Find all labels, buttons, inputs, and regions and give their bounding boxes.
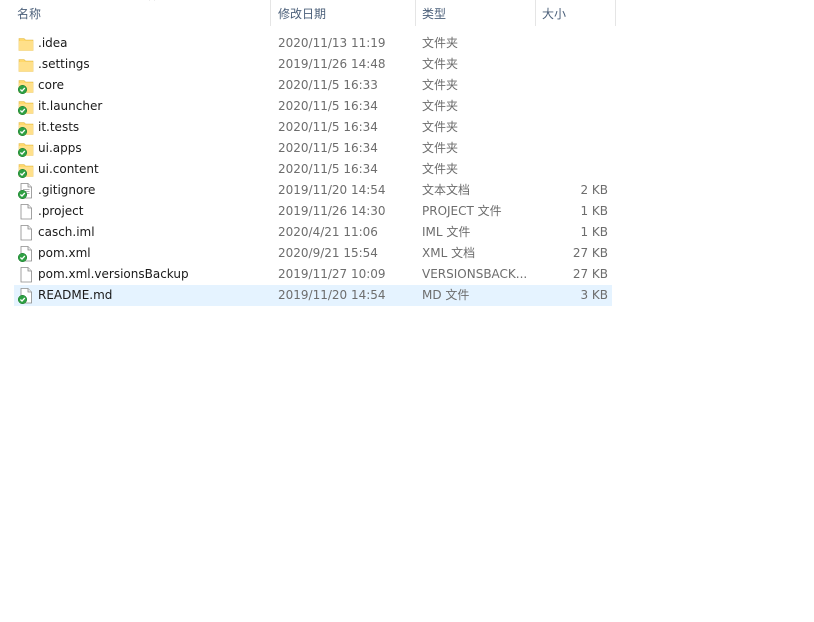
folder-icon bbox=[18, 101, 34, 115]
file-row[interactable]: casch.iml 2020/4/21 11:06 IML 文件 1 KB bbox=[14, 222, 612, 243]
file-date-modified: 2020/11/5 16:34 bbox=[278, 141, 378, 155]
column-divider[interactable] bbox=[615, 0, 616, 26]
column-divider[interactable] bbox=[270, 0, 271, 26]
file-size: 2 KB bbox=[580, 183, 608, 197]
file-type: 文本文档 bbox=[422, 183, 471, 197]
file-explorer: 名称 修改日期 类型 大小 .idea 2020/11/13 11:19 文件夹 .s… bbox=[0, 0, 814, 622]
file-row[interactable]: core 2020/11/5 16:33 文件夹 bbox=[14, 75, 612, 96]
file-type: 文件夹 bbox=[422, 57, 459, 71]
file-size bbox=[528, 33, 608, 54]
file-type: 文件夹 bbox=[422, 78, 459, 92]
file-type: 文件夹 bbox=[422, 120, 459, 134]
file-type: MD 文件 bbox=[422, 288, 470, 302]
file-size bbox=[528, 96, 608, 117]
file-size: 27 KB bbox=[572, 246, 608, 260]
file-date-modified: 2020/9/21 15:54 bbox=[278, 246, 378, 260]
file-size bbox=[528, 54, 608, 75]
file-type: XML 文档 bbox=[422, 246, 476, 260]
file-name: it.tests bbox=[38, 120, 80, 134]
file-date-modified: 2020/11/5 16:34 bbox=[278, 162, 378, 176]
file-name: ui.apps bbox=[38, 141, 82, 155]
file-size: 3 KB bbox=[580, 288, 608, 302]
file-size bbox=[528, 75, 608, 96]
file-size bbox=[528, 159, 608, 180]
column-header-size-label: 大小 bbox=[542, 7, 567, 21]
file-row[interactable]: ui.apps 2020/11/5 16:34 文件夹 bbox=[14, 138, 612, 159]
column-header-type[interactable]: 类型 bbox=[416, 0, 536, 28]
file-row[interactable]: ui.content 2020/11/5 16:34 文件夹 bbox=[14, 159, 612, 180]
file-list: .idea 2020/11/13 11:19 文件夹 .settings 2019/11… bbox=[0, 33, 616, 306]
folder-icon bbox=[18, 80, 34, 94]
file-type: 文件夹 bbox=[422, 162, 459, 176]
file-name: .idea bbox=[38, 36, 68, 50]
file-type: 文件夹 bbox=[422, 99, 459, 113]
file-icon bbox=[20, 204, 32, 220]
text-file-icon bbox=[18, 183, 32, 199]
file-date-modified: 2019/11/20 14:54 bbox=[278, 183, 386, 197]
file-type: PROJECT 文件 bbox=[422, 204, 502, 218]
file-name: ui.content bbox=[38, 162, 99, 176]
folder-icon bbox=[18, 122, 34, 136]
file-date-modified: 2020/11/5 16:34 bbox=[278, 99, 378, 113]
file-date-modified: 2020/11/5 16:34 bbox=[278, 120, 378, 134]
file-name: .gitignore bbox=[38, 183, 96, 197]
file-row[interactable]: it.launcher 2020/11/5 16:34 文件夹 bbox=[14, 96, 612, 117]
file-date-modified: 2020/11/5 16:33 bbox=[278, 78, 378, 92]
file-row[interactable]: pom.xml 2020/9/21 15:54 XML 文档 27 KB bbox=[14, 243, 612, 264]
file-date-modified: 2019/11/20 14:54 bbox=[278, 288, 386, 302]
file-name: README.md bbox=[38, 288, 113, 302]
file-size: 1 KB bbox=[580, 204, 608, 218]
file-type: IML 文件 bbox=[422, 225, 471, 239]
file-row[interactable]: it.tests 2020/11/5 16:34 文件夹 bbox=[14, 117, 612, 138]
column-header-name-label: 名称 bbox=[17, 7, 42, 21]
file-row[interactable]: .settings 2019/11/26 14:48 文件夹 bbox=[14, 54, 612, 75]
file-type: VERSIONSBACK... bbox=[422, 267, 528, 281]
file-icon bbox=[18, 288, 32, 304]
file-name: it.launcher bbox=[38, 99, 103, 113]
column-header-type-label: 类型 bbox=[422, 7, 447, 21]
file-date-modified: 2019/11/27 10:09 bbox=[278, 267, 386, 281]
file-icon bbox=[18, 246, 32, 262]
file-type: 文件夹 bbox=[422, 36, 459, 50]
file-date-modified: 2020/11/13 11:19 bbox=[278, 36, 386, 50]
file-name: pom.xml.versionsBackup bbox=[38, 267, 189, 281]
file-row[interactable]: .idea 2020/11/13 11:19 文件夹 bbox=[14, 33, 612, 54]
folder-icon bbox=[18, 38, 34, 51]
file-date-modified: 2019/11/26 14:48 bbox=[278, 57, 386, 71]
column-header-name[interactable]: 名称 bbox=[11, 0, 271, 28]
file-size bbox=[528, 117, 608, 138]
file-icon bbox=[20, 267, 32, 283]
file-name: casch.iml bbox=[38, 225, 95, 239]
file-row[interactable]: pom.xml.versionsBackup 2019/11/27 10:09 VE… bbox=[14, 264, 612, 285]
file-row[interactable]: .gitignore 2019/11/20 14:54 文本文档 2 KB bbox=[14, 180, 612, 201]
file-row-selected[interactable]: README.md 2019/11/20 14:54 MD 文件 3 KB bbox=[14, 285, 612, 306]
file-icon bbox=[20, 225, 32, 241]
file-size: 27 KB bbox=[572, 267, 608, 281]
file-name: pom.xml bbox=[38, 246, 91, 260]
file-name: core bbox=[38, 78, 64, 92]
file-size: 1 KB bbox=[580, 225, 608, 239]
file-name: .project bbox=[38, 204, 84, 218]
column-header-bar: 名称 修改日期 类型 大小 bbox=[0, 0, 616, 28]
file-row[interactable]: .project 2019/11/26 14:30 PROJECT 文件 1 KB bbox=[14, 201, 612, 222]
file-name: .settings bbox=[38, 57, 90, 71]
folder-icon bbox=[18, 164, 34, 178]
column-header-date[interactable]: 修改日期 bbox=[272, 0, 416, 28]
file-date-modified: 2020/4/21 11:06 bbox=[278, 225, 378, 239]
file-type: 文件夹 bbox=[422, 141, 459, 155]
file-size bbox=[528, 138, 608, 159]
folder-icon bbox=[18, 59, 34, 72]
column-header-size[interactable]: 大小 bbox=[536, 0, 616, 28]
file-date-modified: 2019/11/26 14:30 bbox=[278, 204, 386, 218]
column-header-date-label: 修改日期 bbox=[278, 7, 327, 21]
sort-ascending-icon bbox=[149, 0, 155, 1]
folder-icon bbox=[18, 143, 34, 157]
